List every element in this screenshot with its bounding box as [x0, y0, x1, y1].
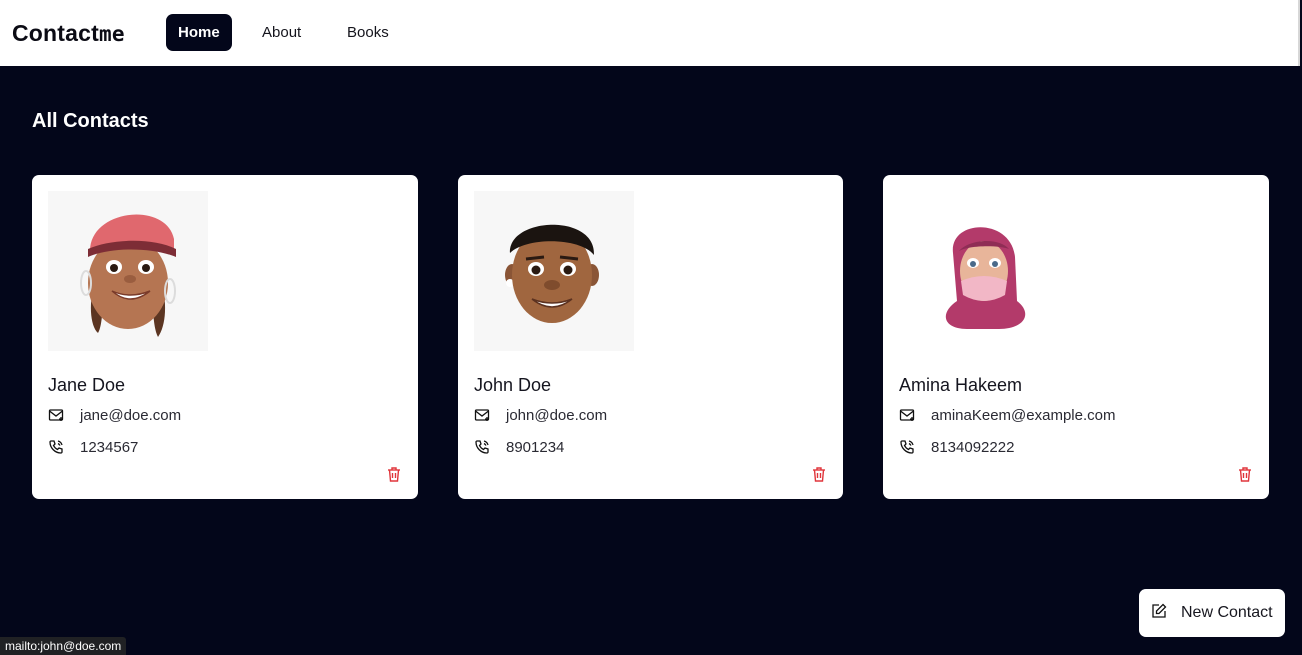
avatar [899, 191, 1059, 351]
nav-about-link[interactable]: About [250, 14, 313, 51]
brand-main: Contact [12, 20, 100, 46]
contact-phone-link[interactable]: 8901234 [506, 439, 564, 456]
delete-contact-button[interactable] [811, 466, 827, 483]
phone-icon [48, 439, 64, 455]
contact-card: Jane Doe jane@doe.com 1234567 [32, 175, 418, 499]
contact-email-link[interactable]: jane@doe.com [80, 407, 181, 424]
brand-suffix: me [99, 22, 125, 46]
mail-icon [899, 407, 915, 423]
delete-contact-button[interactable] [386, 466, 402, 483]
contact-name: Amina Hakeem [899, 375, 1023, 395]
contact-phone-row: 8134092222 [899, 437, 1014, 457]
delete-contact-button[interactable] [1237, 466, 1253, 483]
contact-email-row: john@doe.com [474, 405, 607, 425]
contact-name: John Doe [474, 375, 552, 395]
new-contact-label: New Contact [1181, 604, 1273, 621]
phone-icon [474, 439, 490, 455]
trash-icon [388, 467, 400, 482]
avatar [474, 191, 634, 351]
contact-phone-row: 8901234 [474, 437, 564, 457]
new-contact-button[interactable]: New Contact [1139, 589, 1285, 637]
contact-email-link[interactable]: aminaKeem@example.com [931, 407, 1115, 424]
contact-card: Amina Hakeem aminaKeem@example.com 81340… [883, 175, 1269, 499]
brand-logo[interactable]: Contactme [12, 20, 125, 47]
contact-phone-link[interactable]: 8134092222 [931, 439, 1014, 456]
contact-email-row: aminaKeem@example.com [899, 405, 1115, 425]
mail-icon [48, 407, 64, 423]
page-title: All Contacts [32, 110, 149, 132]
contact-email-row: jane@doe.com [48, 405, 181, 425]
edit-icon [1151, 603, 1167, 624]
trash-icon [1239, 467, 1251, 482]
nav-books-link[interactable]: Books [335, 14, 401, 51]
nav-home-link[interactable]: Home [166, 14, 232, 51]
status-bar-link-preview: mailto:john@doe.com [0, 637, 127, 655]
contact-phone-row: 1234567 [48, 437, 138, 457]
contact-email-link[interactable]: john@doe.com [506, 407, 607, 424]
trash-icon [813, 467, 825, 482]
phone-icon [899, 439, 915, 455]
contact-name: Jane Doe [48, 375, 126, 395]
contact-phone-link[interactable]: 1234567 [80, 439, 138, 456]
navbar: Contactme Home About Books [0, 0, 1300, 66]
avatar [48, 191, 208, 351]
contact-card: John Doe john@doe.com 8901234 [458, 175, 843, 499]
mail-icon [474, 407, 490, 423]
